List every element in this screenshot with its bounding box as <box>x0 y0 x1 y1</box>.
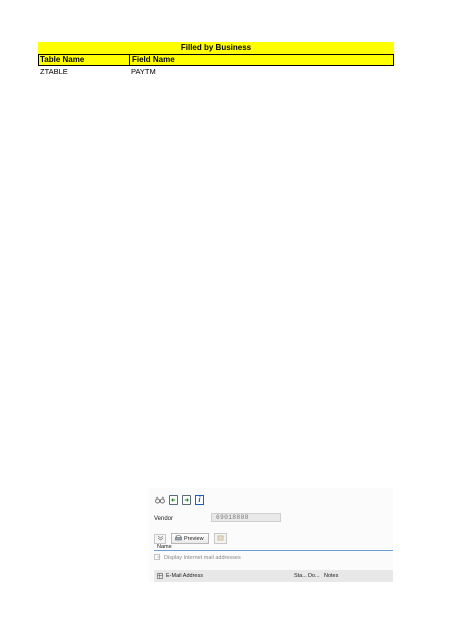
display-icon <box>154 554 161 562</box>
collapse-button[interactable] <box>154 533 166 544</box>
sheet-banner: Filled by Business <box>38 42 394 54</box>
sheet-data-row: ZTABLE PAYTM <box>38 66 394 78</box>
vendor-field[interactable]: 69018808 <box>211 513 281 522</box>
attachment-icon <box>217 535 224 543</box>
table-settings-icon[interactable] <box>157 573 163 581</box>
column-sta[interactable]: Sta... <box>294 573 307 579</box>
vendor-label: Vendor <box>154 516 174 522</box>
chevron-down-icon <box>157 535 164 543</box>
doc-forward-icon[interactable] <box>182 495 191 505</box>
cell-field-name: PAYTM <box>131 67 156 76</box>
preview-button[interactable]: Preview <box>171 533 209 544</box>
column-email[interactable]: E-Mail Address <box>166 573 203 579</box>
sap-button-row: Preview <box>154 533 227 544</box>
display-text: Display Internet mail addresses <box>164 555 241 561</box>
sap-toolbar: i <box>155 495 204 505</box>
glasses-icon[interactable] <box>155 495 165 505</box>
printer-icon <box>175 534 182 543</box>
divider <box>154 550 393 551</box>
mail-table-header: E-Mail Address Sta... Do... Notes <box>154 570 393 582</box>
doc-back-icon[interactable] <box>169 495 178 505</box>
spreadsheet-excerpt: Filled by Business Table Name Field Name… <box>38 42 394 78</box>
header-table-name: Table Name <box>39 55 130 65</box>
info-icon[interactable]: i <box>195 495 204 505</box>
column-do[interactable]: Do... <box>308 573 320 579</box>
sheet-header-row: Table Name Field Name <box>38 54 394 66</box>
extra-button[interactable] <box>213 533 227 544</box>
header-field-name: Field Name <box>132 55 175 64</box>
preview-label: Preview <box>184 535 204 542</box>
column-notes[interactable]: Notes <box>324 573 338 579</box>
display-mail-row[interactable]: Display Internet mail addresses <box>154 554 241 562</box>
sap-screenshot: i Vendor 69018808 Preview Name Display I… <box>149 488 393 582</box>
cell-table-name: ZTABLE <box>40 67 68 76</box>
